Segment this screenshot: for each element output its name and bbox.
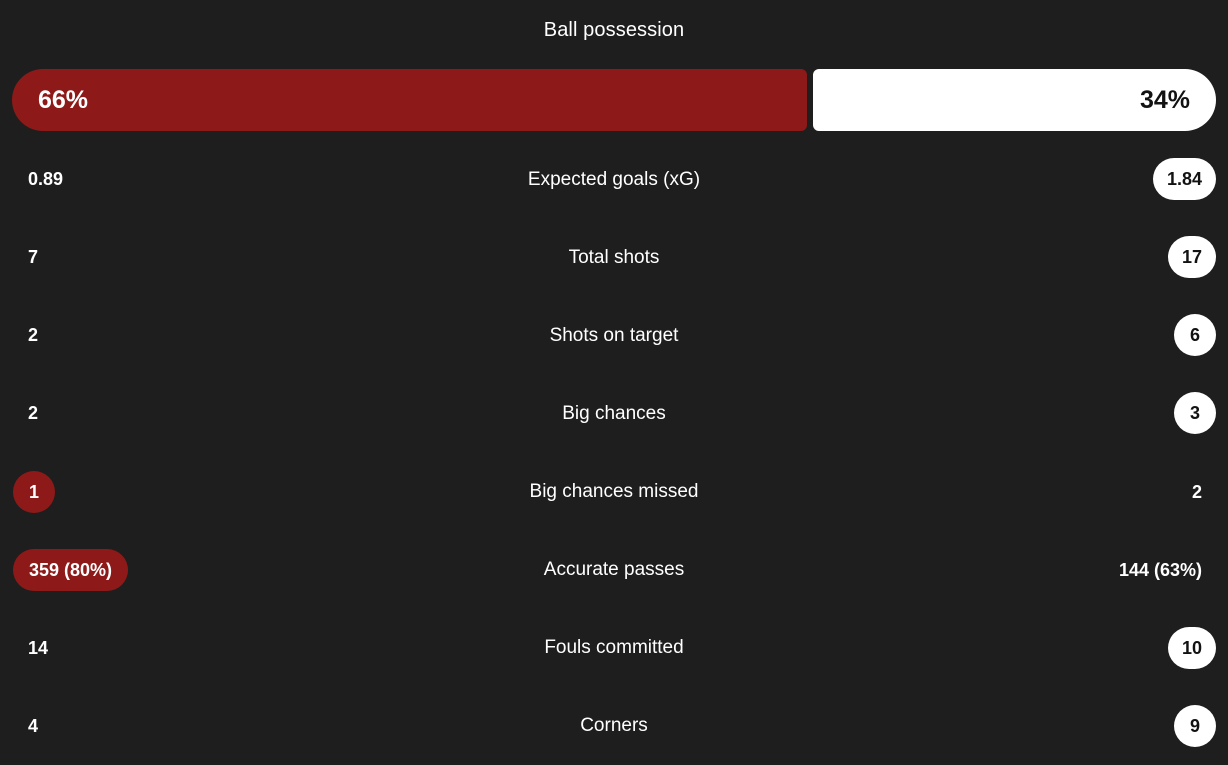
stat-home-cell: 4 (12, 717, 580, 735)
stat-away-cell: 144 (63%) (684, 561, 1216, 579)
stat-label: Total shots (568, 246, 660, 268)
stat-home-cell: 0.89 (12, 170, 528, 188)
stat-away-cell: 3 (666, 392, 1216, 435)
panel-header: Ball possession (0, 0, 1228, 60)
stat-row: 2 Big chances 3 (0, 374, 1228, 452)
stat-label: Shots on target (549, 324, 679, 346)
stat-away-cell: 6 (678, 314, 1216, 357)
stat-away-value: 6 (1174, 314, 1216, 357)
stat-home-cell: 1 (12, 470, 530, 513)
stat-home-value: 4 (28, 715, 39, 736)
stat-row: 0.89 Expected goals (xG) 1.84 (0, 140, 1228, 218)
stat-label: Corners (580, 715, 648, 737)
stat-home-value: 359 (80%) (13, 548, 129, 591)
possession-segment-home: 66% (12, 69, 807, 131)
stat-away-value: 144 (63%) (1118, 559, 1202, 580)
stat-home-value: 7 (28, 247, 39, 268)
stat-label: Accurate passes (543, 559, 685, 581)
stat-home-cell: 7 (12, 248, 569, 266)
page-title: Ball possession (543, 19, 685, 41)
stat-away-cell: 17 (659, 236, 1216, 279)
match-statistics-panel: Ball possession 66% 34% 0.89 Expected goa… (0, 0, 1228, 765)
stat-row: 14 Fouls committed 10 (0, 609, 1228, 687)
stat-home-value: 2 (28, 325, 39, 346)
stat-home-cell: 2 (12, 326, 550, 344)
stat-row: 7 Total shots 17 (0, 218, 1228, 296)
stat-row: 4 Corners 9 (0, 687, 1228, 765)
stat-row: 359 (80%) Accurate passes 144 (63%) (0, 531, 1228, 609)
possession-bar: 66% 34% (12, 69, 1216, 131)
stat-row: 2 Shots on target 6 (0, 296, 1228, 374)
stat-row: 1 Big chances missed 2 (0, 453, 1228, 531)
stat-home-cell: 359 (80%) (12, 548, 544, 591)
stat-home-cell: 14 (12, 639, 544, 657)
stat-away-cell: 9 (648, 704, 1216, 747)
stat-away-value: 10 (1167, 626, 1216, 669)
statistics-rows: 0.89 Expected goals (xG) 1.84 7 Total shots 1… (0, 140, 1228, 765)
stat-away-cell: 2 (698, 483, 1216, 501)
stat-away-cell: 10 (684, 626, 1216, 669)
stat-home-value: 0.89 (28, 169, 64, 190)
stat-home-cell: 2 (12, 404, 562, 422)
stat-away-value: 1.84 (1152, 158, 1216, 201)
possession-segment-away: 34% (812, 69, 1216, 131)
stat-away-value: 9 (1174, 704, 1216, 747)
stat-home-value: 2 (28, 403, 39, 424)
stat-away-value: 3 (1174, 392, 1216, 435)
possession-away-label: 34% (1139, 85, 1190, 114)
stat-away-value: 2 (1191, 481, 1202, 502)
possession-home-label: 66% (38, 85, 89, 114)
stat-home-value: 14 (28, 637, 49, 658)
stat-label: Fouls committed (544, 637, 684, 659)
stat-label: Big chances (562, 402, 666, 424)
possession-bar-wrapper: 66% 34% (0, 60, 1228, 140)
stat-away-cell: 1.84 (700, 158, 1216, 201)
stat-home-value: 1 (13, 470, 56, 513)
stat-label: Expected goals (xG) (527, 168, 701, 190)
stat-label: Big chances missed (529, 481, 699, 503)
stat-away-value: 17 (1167, 236, 1216, 279)
